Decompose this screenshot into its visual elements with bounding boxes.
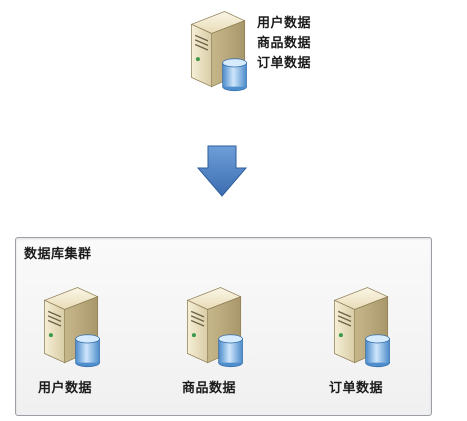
source-label-product-data: 商品数据 xyxy=(257,36,312,51)
arrow-down-icon xyxy=(196,144,248,202)
source-label-order-data: 订单数据 xyxy=(257,56,312,71)
database-cluster-panel: 数据库集群 用户数据 商品数据 订单数据 xyxy=(15,237,432,416)
cluster-node-user-data-label: 用户数据 xyxy=(38,381,93,396)
source-server-icon xyxy=(186,6,252,94)
cluster-node-user-data-icon xyxy=(39,282,105,370)
cluster-node-product-data-label: 商品数据 xyxy=(182,381,237,396)
cluster-node-order-data-label: 订单数据 xyxy=(329,381,384,396)
cluster-title: 数据库集群 xyxy=(24,247,92,262)
cluster-node-product-data-icon xyxy=(182,282,248,370)
source-server-labels: 用户数据 商品数据 订单数据 xyxy=(257,14,329,73)
cluster-node-order-data-icon xyxy=(329,282,395,370)
source-label-user-data: 用户数据 xyxy=(257,16,312,31)
